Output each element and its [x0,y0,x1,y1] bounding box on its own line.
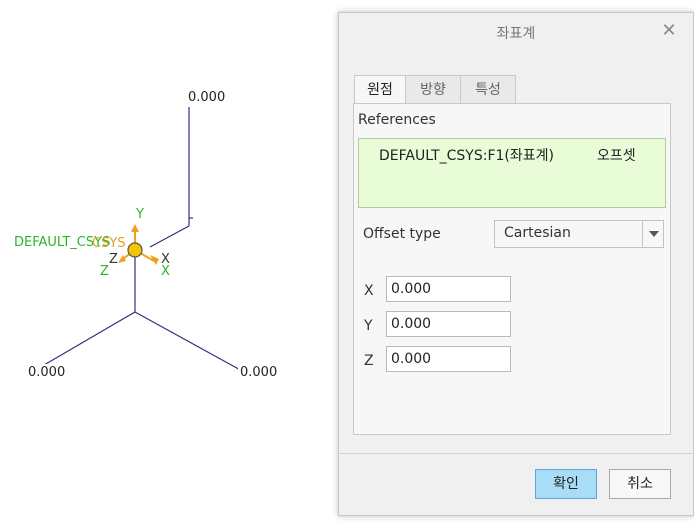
dimension-line-top-diagonal [149,225,190,248]
reference-constraint-type[interactable]: 오프셋 [597,145,636,165]
y-offset-input[interactable] [386,311,511,337]
dimension-tag-top[interactable]: 0.000 [186,89,228,107]
offset-type-label: Offset type [363,226,441,242]
csys-label-orange: CSYS [92,236,126,251]
csys-origin-marker [127,242,143,258]
axis-label-y: Y [136,207,144,222]
offset-type-value: Cartesian [504,225,571,241]
axis-label-z-dark: Z [109,252,118,267]
offset-type-select[interactable]: Cartesian [494,220,664,248]
dimension-tag-left[interactable]: 0.000 [26,364,68,382]
x-offset-label: X [364,283,374,299]
axis-label-z-green: Z [100,264,109,279]
reference-name[interactable]: DEFAULT_CSYS:F1(좌표계) [379,145,554,165]
dialog-title: 좌표계 [496,26,536,42]
dimension-tag-right[interactable]: 0.000 [238,364,280,382]
csys-dialog: 좌표계 ✕ 원점 방향 특성 References DEFAULT_CSYS:F… [338,12,694,516]
cancel-button[interactable]: 취소 [609,469,671,499]
origin-tab-panel: References DEFAULT_CSYS:F1(좌표계) 오프셋 Offs… [353,103,671,435]
model-viewport[interactable]: 0.000 0.000 0.000 DEFAULT_CSYS CSYS Y Z … [0,0,338,527]
z-offset-input[interactable] [386,346,511,372]
tab-properties[interactable]: 특성 [460,75,516,104]
close-icon[interactable]: ✕ [659,21,679,41]
axis-label-x-green: X [161,264,170,279]
y-offset-label: Y [364,318,373,334]
ok-button[interactable]: 확인 [535,469,597,499]
dialog-titlebar[interactable]: 좌표계 ✕ [339,13,693,51]
dialog-divider [339,453,693,454]
dimension-line-left [31,311,136,373]
z-offset-label: Z [364,353,374,369]
references-label: References [358,112,436,128]
dimension-line-right [134,311,245,373]
tab-orientation[interactable]: 방향 [405,75,461,104]
x-offset-input[interactable] [386,276,511,302]
chevron-down-icon[interactable] [642,221,663,247]
tab-origin[interactable]: 원점 [354,75,406,105]
references-collector[interactable]: DEFAULT_CSYS:F1(좌표계) 오프셋 [358,138,666,208]
